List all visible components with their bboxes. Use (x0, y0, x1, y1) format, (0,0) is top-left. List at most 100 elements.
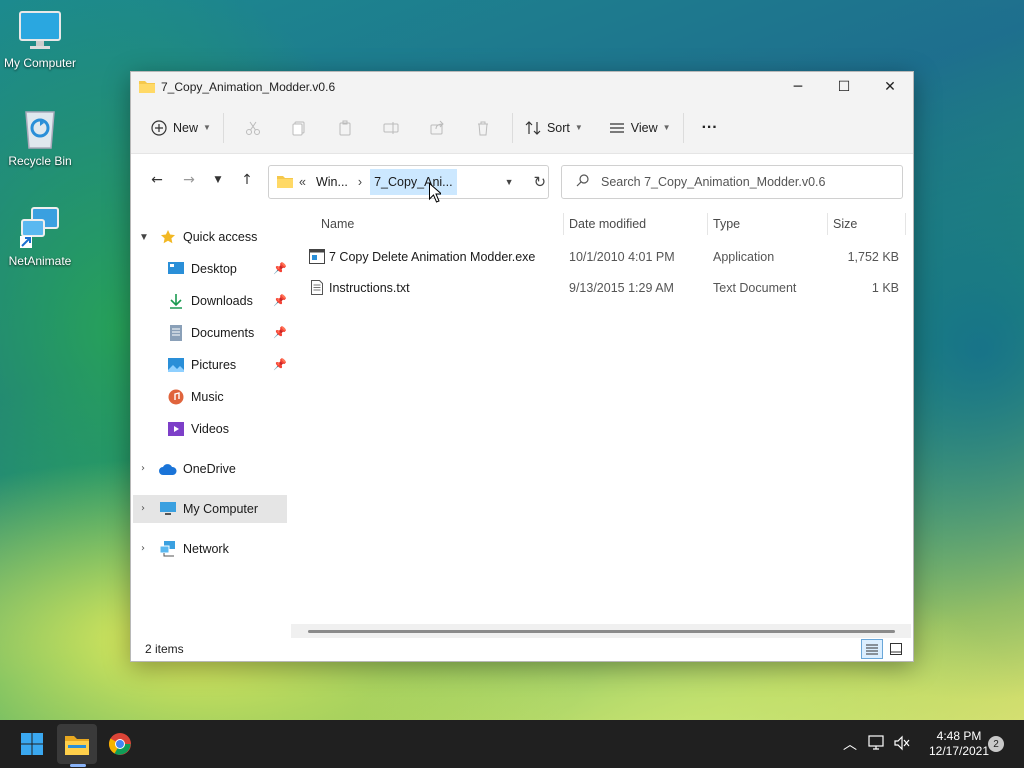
paste-button[interactable] (322, 112, 368, 144)
large-icons-view-button[interactable] (885, 639, 907, 659)
notification-badge[interactable]: 2 (988, 736, 1004, 752)
search-box[interactable]: Search 7_Copy_Animation_Modder.v0.6 (561, 165, 903, 199)
search-input[interactable]: Search 7_Copy_Animation_Modder.v0.6 (601, 175, 825, 189)
sidebar-item-my-computer[interactable]: My Computer (159, 495, 258, 523)
nav-label: Pictures (191, 358, 237, 372)
sidebar-item-desktop[interactable]: Desktop (167, 255, 237, 283)
arrow-right-icon: → (183, 172, 195, 188)
sidebar-item-network[interactable]: Network (159, 535, 229, 563)
delete-button[interactable] (460, 112, 506, 144)
column-divider[interactable] (827, 213, 828, 235)
application-icon (309, 249, 325, 267)
view-button[interactable]: View ▼ (603, 112, 677, 144)
view-toggle (861, 639, 907, 659)
forward-button[interactable]: → (173, 164, 205, 196)
sidebar-item-onedrive[interactable]: OneDrive (159, 455, 236, 483)
column-header-name[interactable]: Name (321, 217, 354, 231)
details-view-button[interactable] (861, 639, 883, 659)
new-button[interactable]: New ▼ (145, 112, 217, 144)
breadcrumb-item-current[interactable]: 7_Copy_Ani... (370, 169, 457, 195)
chevron-right-icon[interactable]: › (141, 503, 145, 514)
file-size: 1 KB (871, 281, 899, 295)
sidebar-item-downloads[interactable]: Downloads (167, 287, 253, 315)
pin-icon[interactable]: 📌 (273, 326, 287, 339)
desktop-icon-netanimate[interactable]: NetAnimate (0, 206, 80, 268)
new-label: New (173, 120, 199, 135)
up-button[interactable]: ↑ (231, 164, 263, 196)
horizontal-scrollbar-thumb[interactable] (308, 630, 895, 633)
address-dropdown-icon[interactable]: ▼ (505, 177, 514, 187)
sort-icon (525, 120, 541, 135)
column-divider[interactable] (707, 213, 708, 235)
table-row[interactable]: Instructions.txt 9/13/2015 1:29 AM Text … (291, 273, 915, 303)
item-count: 2 items (145, 642, 184, 656)
show-hidden-icons-button[interactable]: ︿ (840, 734, 860, 754)
nav-quick-access[interactable]: ▼ Quick access (139, 223, 257, 251)
taskbar-chrome[interactable] (100, 724, 140, 764)
nav-label: OneDrive (183, 462, 236, 476)
sidebar-item-documents[interactable]: Documents (167, 319, 254, 347)
toolbar-divider (682, 112, 684, 143)
start-button[interactable] (12, 724, 52, 764)
pin-icon[interactable]: 📌 (273, 262, 287, 275)
nav-label: My Computer (183, 502, 259, 516)
pin-icon[interactable]: 📌 (273, 294, 287, 307)
chevron-down-icon: ▼ (574, 123, 583, 132)
column-header-size[interactable]: Size (833, 217, 857, 231)
column-divider[interactable] (905, 213, 906, 235)
column-header-date[interactable]: Date modified (569, 217, 646, 231)
desktop-icon-recycle-bin[interactable]: Recycle Bin (0, 106, 80, 168)
sort-button[interactable]: Sort ▼ (519, 112, 589, 144)
status-bar: 2 items (131, 637, 913, 661)
breadcrumb-overflow[interactable]: « (299, 175, 306, 189)
back-button[interactable]: ← (141, 164, 173, 196)
desktop-icon-my-computer[interactable]: My Computer (0, 8, 80, 70)
sidebar-item-videos[interactable]: Videos (167, 415, 229, 443)
network-status-icon[interactable] (868, 734, 886, 754)
copy-button[interactable] (276, 112, 322, 144)
view-label: View (630, 120, 658, 135)
breadcrumb-item[interactable]: Win... (316, 175, 348, 189)
file-date: 10/1/2010 4:01 PM (569, 250, 675, 264)
monitor-icon (18, 8, 62, 52)
sidebar-item-pictures[interactable]: Pictures (167, 351, 236, 379)
title-bar[interactable]: 7_Copy_Animation_Modder.v0.6 ─ ☐ ✕ (131, 72, 913, 102)
pin-icon[interactable]: 📌 (273, 358, 287, 371)
recent-locations-button[interactable]: ▼ (205, 164, 231, 196)
star-icon (159, 228, 177, 246)
address-bar[interactable]: « Win... › 7_Copy_Ani... ▼ ↻ (268, 165, 549, 199)
file-explorer-window: 7_Copy_Animation_Modder.v0.6 ─ ☐ ✕ New ▼ (130, 71, 914, 662)
close-button[interactable]: ✕ (867, 72, 913, 102)
command-bar: New ▼ Sort ▼ View ▼ ··· (131, 102, 913, 154)
rename-icon (383, 121, 399, 134)
windows-logo-icon (21, 733, 43, 755)
maximize-button[interactable]: ☐ (821, 72, 867, 102)
file-size: 1,752 KB (847, 250, 899, 264)
taskbar-file-explorer[interactable] (57, 724, 97, 764)
chevron-right-icon[interactable]: › (141, 543, 145, 554)
file-list: Name Date modified Type Size 7 Copy Dele… (291, 207, 915, 632)
refresh-icon[interactable]: ↻ (534, 173, 547, 191)
column-divider[interactable] (563, 213, 564, 235)
minimize-button[interactable]: ─ (775, 72, 821, 102)
share-button[interactable] (414, 112, 460, 144)
computer-icon (159, 500, 177, 518)
cut-icon (245, 121, 260, 135)
cut-button[interactable] (230, 112, 276, 144)
desktop-icon-label: NetAnimate (8, 254, 72, 268)
active-app-indicator (70, 764, 86, 767)
nav-label: Desktop (191, 262, 237, 276)
table-row[interactable]: 7 Copy Delete Animation Modder.exe 10/1/… (291, 242, 915, 272)
system-tray: ︿ (840, 720, 910, 768)
column-header-type[interactable]: Type (713, 217, 740, 231)
sidebar-item-music[interactable]: Music (167, 383, 224, 411)
more-options-button[interactable]: ··· (690, 112, 730, 144)
rename-button[interactable] (368, 112, 414, 144)
pictures-icon (167, 356, 185, 374)
chevron-down-icon: ▼ (203, 123, 211, 132)
chevron-right-icon[interactable]: › (141, 463, 145, 474)
nav-label: Music (191, 390, 224, 404)
tiles-view-icon (890, 643, 902, 655)
volume-muted-icon[interactable] (894, 735, 910, 754)
mouse-cursor-icon (429, 183, 441, 203)
